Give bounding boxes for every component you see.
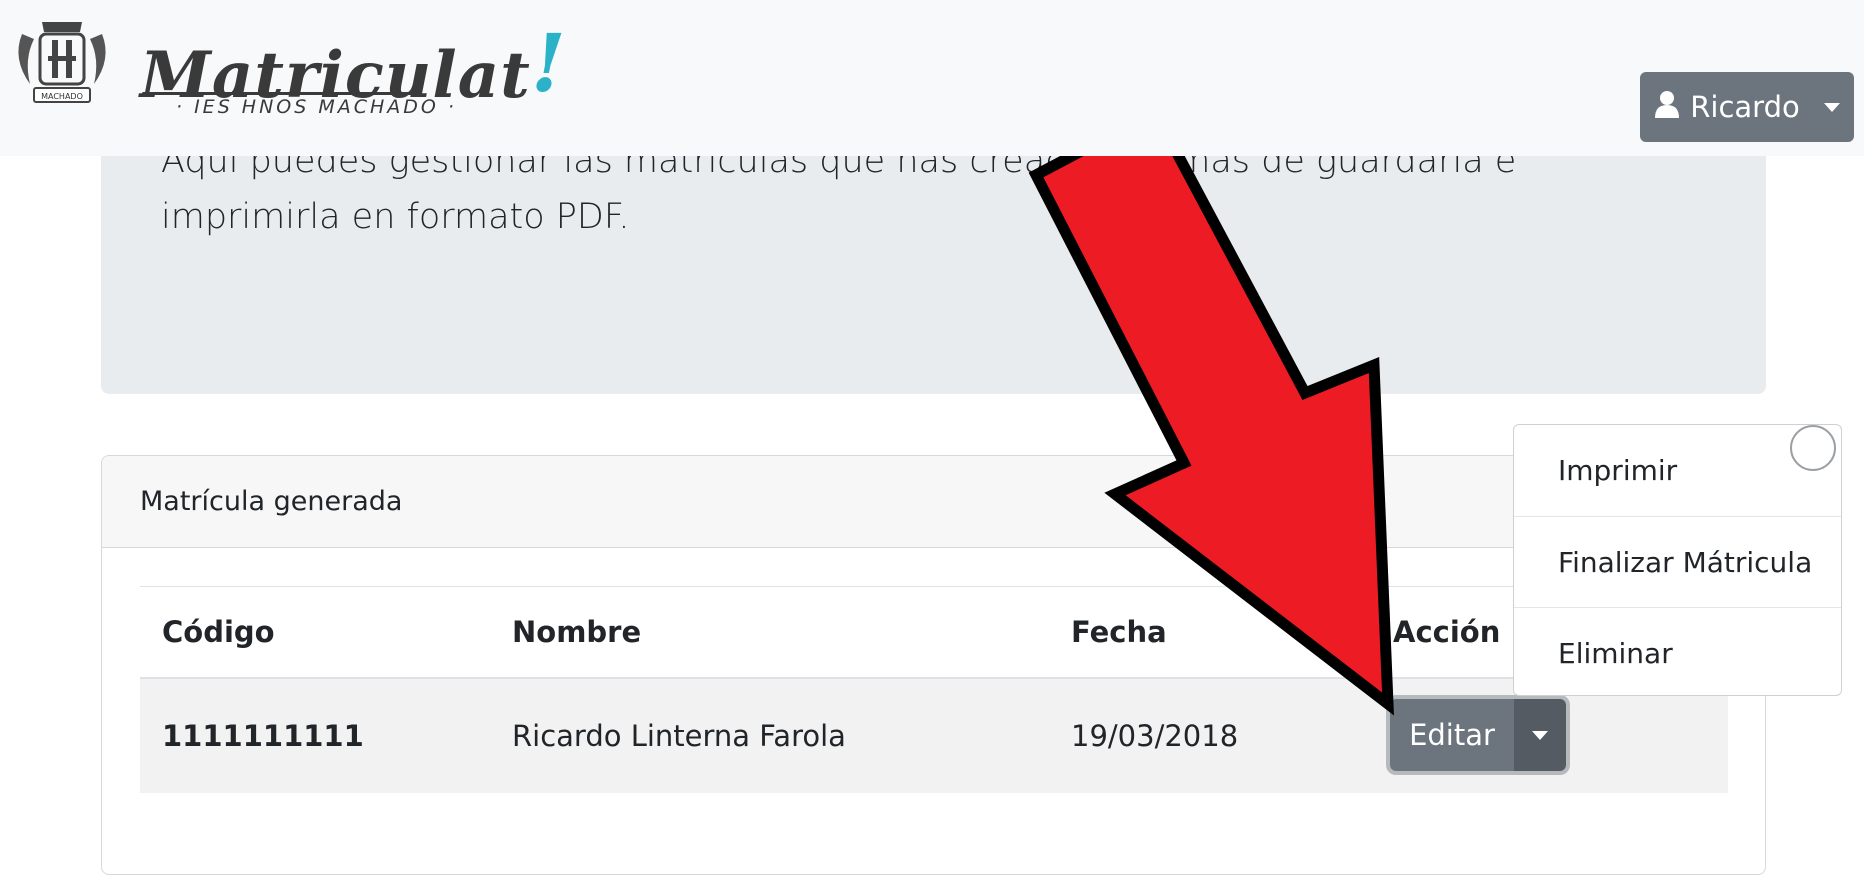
action-button-group: Editar [1390, 699, 1566, 771]
school-crest-logo[interactable]: MACHADO [12, 14, 112, 110]
cell-fecha: 19/03/2018 [1049, 678, 1371, 793]
top-navbar: MACHADO Matriculat! · IES HNOS MACHADO ·… [0, 0, 1864, 156]
user-icon [1654, 90, 1680, 125]
cell-codigo: 1111111111 [140, 678, 490, 793]
column-header-codigo: Código [140, 586, 490, 679]
column-header-nombre: Nombre [490, 586, 1049, 679]
action-dropdown-menu: Imprimir Finalizar Mátricula Eliminar [1513, 424, 1842, 696]
brand-exclamation-mark: ! [530, 16, 567, 110]
menu-item-finalizar-matricula[interactable]: Finalizar Mátricula [1514, 516, 1841, 607]
chevron-down-icon [1823, 102, 1840, 112]
user-menu-button[interactable]: Ricardo [1640, 72, 1854, 142]
brand-underline [142, 92, 412, 95]
dropdown-toggle-button[interactable] [1514, 699, 1566, 771]
column-header-fecha: Fecha [1049, 586, 1371, 679]
menu-item-eliminar[interactable]: Eliminar [1514, 607, 1841, 698]
cursor-ring-indicator [1790, 425, 1836, 471]
crest-label: MACHADO [41, 92, 83, 101]
cell-nombre: Ricardo Linterna Farola [490, 678, 1049, 793]
user-menu-label: Ricardo [1690, 90, 1800, 124]
caret-down-icon [1532, 730, 1548, 740]
brand-subtitle: · IES HNOS MACHADO · [176, 96, 457, 118]
edit-button[interactable]: Editar [1390, 699, 1514, 771]
table-header-row: Código Nombre Fecha Acción [140, 586, 1728, 679]
